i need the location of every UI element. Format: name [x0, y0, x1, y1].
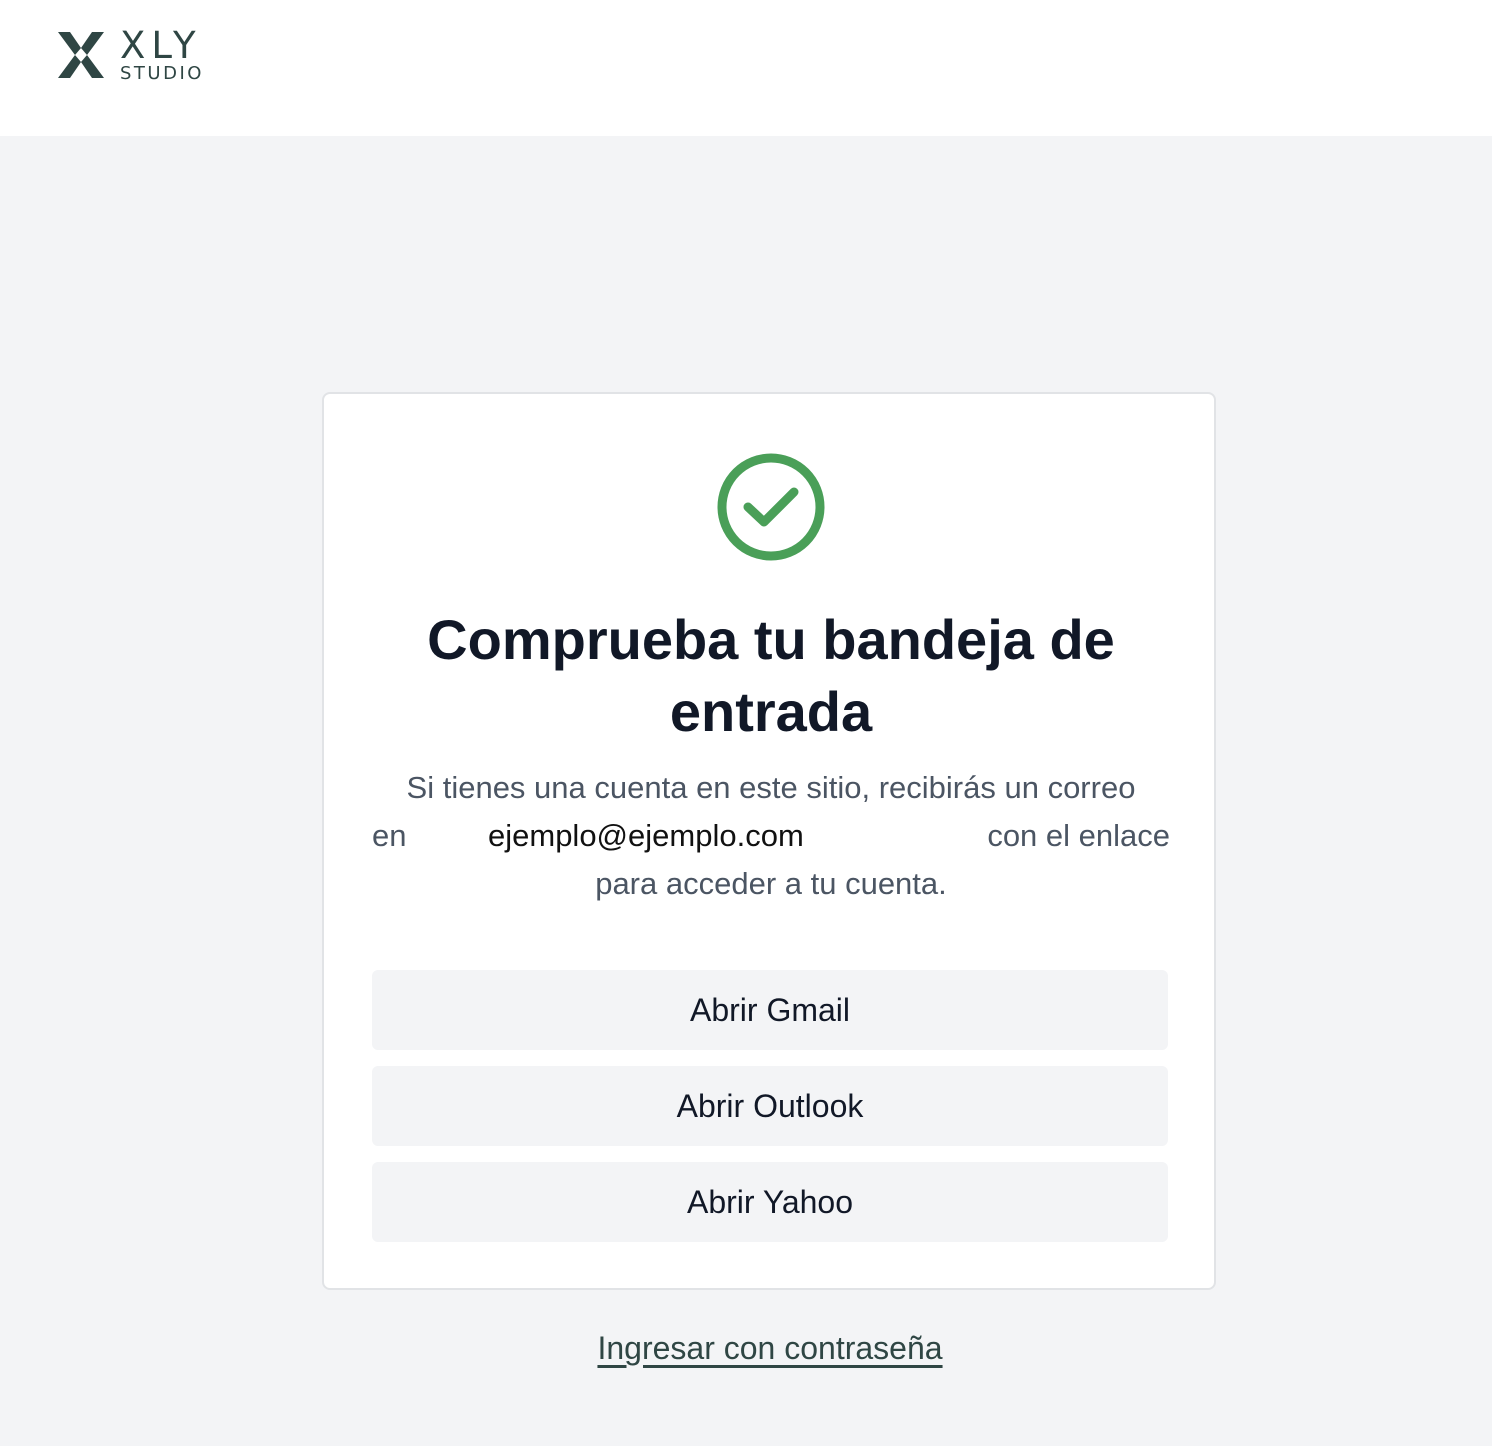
brand-logo[interactable]: XLY STUDIO	[56, 24, 206, 88]
message-text: Si tienes una cuenta en este sitio, reci…	[372, 764, 1170, 908]
brand-title: XLY	[120, 24, 202, 67]
page-title: Comprueba tu bandeja de entrada	[427, 608, 1115, 743]
open-gmail-button[interactable]: Abrir Gmail	[372, 970, 1168, 1050]
open-outlook-button[interactable]: Abrir Outlook	[372, 1066, 1168, 1146]
xly-x-logo-icon	[58, 32, 104, 78]
check-circle-icon	[717, 453, 825, 561]
message-suffix: con el enlace	[987, 818, 1170, 853]
message-line-2: en ejemplo@ejemplo.com con el enlace	[372, 812, 1170, 860]
confirmation-card: Comprueba tu bandeja de entrada Si tiene…	[322, 392, 1216, 1290]
message-prefix: en	[372, 818, 407, 853]
brand-subtitle: STUDIO	[120, 63, 204, 84]
message-line-3: para acceder a tu cuenta.	[595, 866, 947, 901]
password-login-link[interactable]: Ingresar con contraseña	[0, 1326, 1492, 1370]
open-yahoo-button[interactable]: Abrir Yahoo	[372, 1162, 1168, 1242]
message-line-1: Si tienes una cuenta en este sitio, reci…	[406, 770, 1136, 805]
email-address: ejemplo@ejemplo.com	[488, 818, 804, 853]
header: XLY STUDIO	[0, 0, 1492, 136]
